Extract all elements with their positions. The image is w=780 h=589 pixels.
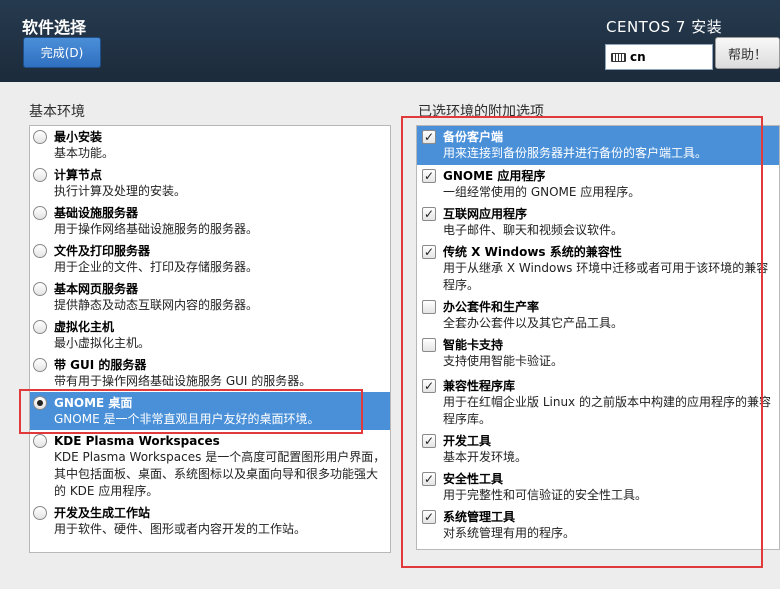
option-description: 最小虚拟化主机。 — [54, 336, 151, 350]
environment-option-virtualization-host[interactable]: 虚拟化主机 最小虚拟化主机。 — [30, 316, 390, 354]
top-header-bar: 软件选择 完成(D) CENTOS 7 安装 cn 帮助！ — [0, 0, 780, 82]
addon-option-security-tools[interactable]: ✓ 安全性工具 用于完整性和可信验证的安全性工具。 — [417, 468, 779, 506]
radio-button[interactable] — [33, 506, 47, 520]
radio-button-selected[interactable] — [33, 396, 47, 410]
option-title: 开发及生成工作站 — [54, 506, 151, 520]
option-title: 系统管理工具 — [443, 510, 516, 524]
option-title: 文件及打印服务器 — [54, 244, 151, 258]
option-title: 基础设施服务器 — [54, 206, 139, 220]
option-description: 提供静态及动态互联网内容的服务器。 — [54, 298, 259, 312]
checkbox-checked[interactable]: ✓ — [422, 169, 436, 183]
option-title: 计算节点 — [54, 168, 103, 182]
addon-option-smart-card[interactable]: 智能卡支持 支持使用智能卡验证。 — [417, 334, 779, 375]
option-description: 用于操作网络基础设施服务的服务器。 — [54, 222, 259, 236]
option-title: 开发工具 — [443, 434, 492, 448]
option-title: 办公套件和生产率 — [443, 300, 540, 314]
option-title: 带 GUI 的服务器 — [54, 358, 147, 372]
option-title: 虚拟化主机 — [54, 320, 115, 334]
checkbox-checked[interactable]: ✓ — [422, 379, 436, 393]
radio-button[interactable] — [33, 244, 47, 258]
keyboard-layout-indicator[interactable]: cn — [605, 44, 713, 70]
option-title: 安全性工具 — [443, 472, 504, 486]
radio-button[interactable] — [33, 282, 47, 296]
option-description: 基本功能。 — [54, 146, 115, 160]
option-title: 互联网应用程序 — [443, 207, 528, 221]
option-title: 备份客户端 — [443, 130, 504, 144]
option-title: 最小安装 — [54, 130, 103, 144]
environment-option-infrastructure-server[interactable]: 基础设施服务器 用于操作网络基础设施服务的服务器。 — [30, 202, 390, 240]
done-button[interactable]: 完成(D) — [23, 37, 101, 68]
option-title: KDE Plasma Workspaces — [54, 434, 220, 448]
option-description: 用于在红帽企业版 Linux 的之前版本中构建的应用程序的兼容程序库。 — [443, 395, 771, 426]
addon-option-legacy-x[interactable]: ✓ 传统 X Windows 系统的兼容性 用于从继承 X Windows 环境… — [417, 241, 779, 296]
environment-option-file-print-server[interactable]: 文件及打印服务器 用于企业的文件、打印及存储服务器。 — [30, 240, 390, 278]
option-description: 电子邮件、聊天和视频会议软件。 — [443, 223, 624, 237]
environment-option-compute-node[interactable]: 计算节点 执行计算及处理的安装。 — [30, 164, 390, 202]
checkbox-unchecked[interactable] — [422, 300, 436, 314]
addon-option-gnome-apps[interactable]: ✓ GNOME 应用程序 一组经常使用的 GNOME 应用程序。 — [417, 165, 779, 203]
option-description: 支持使用智能卡验证。 — [443, 354, 564, 368]
checkbox-checked[interactable]: ✓ — [422, 434, 436, 448]
option-description: 对系统管理有用的程序。 — [443, 526, 576, 540]
checkbox-unchecked[interactable] — [422, 338, 436, 352]
radio-button[interactable] — [33, 206, 47, 220]
option-description: 全套办公套件以及其它产品工具。 — [443, 316, 624, 330]
option-title: 兼容性程序库 — [443, 379, 516, 393]
environment-option-web-server[interactable]: 基本网页服务器 提供静态及动态互联网内容的服务器。 — [30, 278, 390, 316]
option-description: 用于完整性和可信验证的安全性工具。 — [443, 488, 648, 502]
checkbox-checked[interactable]: ✓ — [422, 245, 436, 259]
environment-option-development-workstation[interactable]: 开发及生成工作站 用于软件、硬件、图形或者内容开发的工作站。 — [30, 502, 390, 540]
option-description: 一组经常使用的 GNOME 应用程序。 — [443, 185, 641, 199]
checkbox-checked[interactable]: ✓ — [422, 130, 436, 144]
option-description: 用于从继承 X Windows 环境中迁移或者可用于该环境的兼容程序。 — [443, 261, 769, 292]
option-title: 基本网页服务器 — [54, 282, 139, 296]
environment-option-gnome-desktop[interactable]: GNOME 桌面 GNOME 是一个非常直观且用户友好的桌面环境。 — [30, 392, 390, 430]
keyboard-layout-label: cn — [630, 50, 646, 64]
option-title: 传统 X Windows 系统的兼容性 — [443, 245, 622, 259]
addons-list: ✓ 备份客户端 用来连接到备份服务器并进行备份的客户端工具。 ✓ GNOME 应… — [416, 125, 780, 550]
addon-option-compat-libraries[interactable]: ✓ 兼容性程序库 用于在红帽企业版 Linux 的之前版本中构建的应用程序的兼容… — [417, 375, 779, 430]
option-description: 用于企业的文件、打印及存储服务器。 — [54, 260, 259, 274]
addon-option-development-tools[interactable]: ✓ 开发工具 基本开发环境。 — [417, 430, 779, 468]
addon-option-backup-client[interactable]: ✓ 备份客户端 用来连接到备份服务器并进行备份的客户端工具。 — [417, 126, 779, 165]
page-title: 软件选择 — [22, 18, 87, 37]
addon-option-system-admin-tools[interactable]: ✓ 系统管理工具 对系统管理有用的程序。 — [417, 506, 779, 544]
option-description: 基本开发环境。 — [443, 450, 528, 464]
option-description: KDE Plasma Workspaces 是一个高度可配置图形用户界面，其中包… — [54, 450, 386, 498]
base-environment-list: 最小安装 基本功能。 计算节点 执行计算及处理的安装。 基础设施服务器 用于操作… — [29, 125, 391, 553]
addon-option-internet-apps[interactable]: ✓ 互联网应用程序 电子邮件、聊天和视频会议软件。 — [417, 203, 779, 241]
addons-heading: 已选环境的附加选项 — [418, 104, 544, 120]
checkbox-checked[interactable]: ✓ — [422, 207, 436, 221]
environment-option-server-with-gui[interactable]: 带 GUI 的服务器 带有用于操作网络基础设施服务 GUI 的服务器。 — [30, 354, 390, 392]
base-environment-heading: 基本环境 — [29, 104, 85, 120]
environment-option-minimal[interactable]: 最小安装 基本功能。 — [30, 126, 390, 164]
option-title: GNOME 应用程序 — [443, 169, 546, 183]
option-title: 智能卡支持 — [443, 338, 504, 352]
checkbox-checked[interactable]: ✓ — [422, 472, 436, 486]
environment-option-kde-plasma[interactable]: KDE Plasma Workspaces KDE Plasma Workspa… — [30, 430, 390, 502]
radio-button[interactable] — [33, 168, 47, 182]
option-description: 执行计算及处理的安装。 — [54, 184, 187, 198]
option-title: GNOME 桌面 — [54, 396, 133, 410]
product-title: CENTOS 7 安装 — [606, 18, 723, 36]
radio-button[interactable] — [33, 130, 47, 144]
keyboard-icon — [611, 52, 626, 62]
checkbox-checked[interactable]: ✓ — [422, 510, 436, 524]
radio-button[interactable] — [33, 358, 47, 372]
help-button[interactable]: 帮助！ — [715, 37, 780, 69]
radio-button[interactable] — [33, 320, 47, 334]
option-description: 用来连接到备份服务器并进行备份的客户端工具。 — [443, 146, 708, 160]
option-description: GNOME 是一个非常直观且用户友好的桌面环境。 — [54, 412, 320, 426]
addon-option-office-suite[interactable]: 办公套件和生产率 全套办公套件以及其它产品工具。 — [417, 296, 779, 334]
option-description: 用于软件、硬件、图形或者内容开发的工作站。 — [54, 522, 307, 536]
option-description: 带有用于操作网络基础设施服务 GUI 的服务器。 — [54, 374, 312, 388]
radio-button[interactable] — [33, 434, 47, 448]
